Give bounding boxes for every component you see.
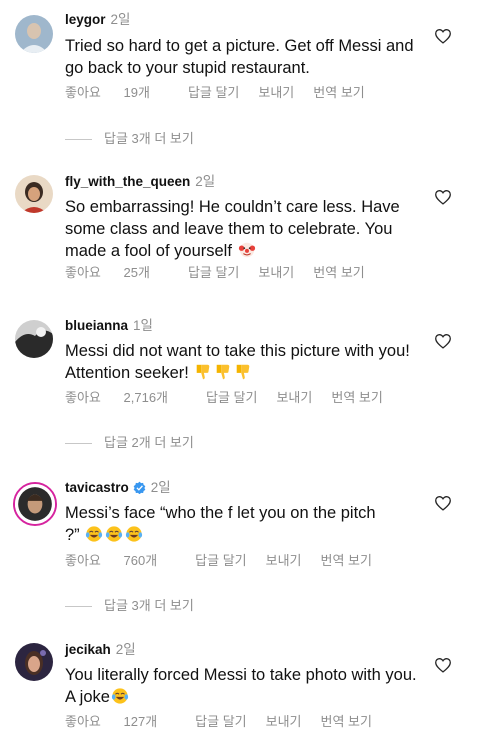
like-count[interactable]: 좋아요 25개 bbox=[65, 265, 169, 280]
comment-actions: 좋아요 25개 답글 달기 보내기 번역 보기 bbox=[65, 265, 384, 281]
reply-button[interactable]: 답글 달기 bbox=[195, 714, 246, 729]
like-count[interactable]: 좋아요 127개 bbox=[65, 714, 176, 729]
comment-text: Messi’s face “who the f let you on the p… bbox=[65, 504, 376, 544]
comment-header: fly_with_the_queen 2일 bbox=[65, 174, 215, 190]
avatar[interactable] bbox=[15, 15, 53, 53]
replies-divider bbox=[65, 606, 92, 608]
translate-button[interactable]: 번역 보기 bbox=[313, 265, 364, 280]
heart-icon[interactable] bbox=[434, 28, 452, 44]
translate-button[interactable]: 번역 보기 bbox=[331, 390, 382, 405]
username[interactable]: leygor bbox=[65, 12, 106, 27]
comment-actions: 좋아요 760개 답글 달기 보내기 번역 보기 bbox=[65, 553, 391, 569]
comment-text: So embarrassing! He couldn’t care less. … bbox=[65, 198, 400, 260]
timestamp: 2일 bbox=[110, 12, 131, 27]
comment-text: Messi did not want to take this picture … bbox=[65, 342, 410, 382]
username[interactable]: tavicastro bbox=[65, 480, 129, 495]
reply-button[interactable]: 답글 달기 bbox=[188, 85, 239, 100]
reply-button[interactable]: 답글 달기 bbox=[188, 265, 239, 280]
timestamp: 2일 bbox=[195, 174, 216, 189]
comment-header: tavicastro 2일 bbox=[65, 480, 171, 496]
verified-badge-icon bbox=[133, 481, 146, 494]
tears-of-joy-icon bbox=[86, 526, 103, 542]
username[interactable]: fly_with_the_queen bbox=[65, 174, 190, 189]
comment-header: jecikah 2일 bbox=[65, 642, 136, 658]
comment-actions: 좋아요 2,716개 답글 달기 보내기 번역 보기 bbox=[65, 390, 402, 406]
heart-icon[interactable] bbox=[434, 657, 452, 673]
reply-button[interactable]: 답글 달기 bbox=[195, 553, 246, 568]
avatar[interactable] bbox=[15, 175, 53, 213]
username[interactable]: jecikah bbox=[65, 642, 111, 657]
view-replies-button[interactable]: 답글 3개 더 보기 bbox=[65, 598, 194, 614]
send-button[interactable]: 보내기 bbox=[258, 265, 294, 280]
tears-of-joy-icon bbox=[111, 688, 129, 704]
avatar[interactable] bbox=[15, 320, 53, 358]
heart-icon[interactable] bbox=[434, 189, 452, 205]
replies-divider bbox=[65, 139, 92, 141]
tears-of-joy-icon bbox=[106, 526, 123, 542]
timestamp: 2일 bbox=[150, 480, 171, 495]
heart-icon[interactable] bbox=[434, 495, 452, 511]
comment-actions: 좋아요 127개 답글 달기 보내기 번역 보기 bbox=[65, 714, 391, 730]
like-count[interactable]: 좋아요 19개 bbox=[65, 85, 169, 100]
timestamp: 1일 bbox=[133, 318, 153, 333]
like-count[interactable]: 좋아요 760개 bbox=[65, 553, 176, 568]
replies-divider bbox=[65, 443, 92, 445]
thumbs-down-icon bbox=[217, 364, 230, 380]
comment-text: Tried so hard to get a picture. Get off … bbox=[65, 37, 414, 77]
translate-button[interactable]: 번역 보기 bbox=[321, 553, 372, 568]
comment-actions: 좋아요 19개 답글 달기 보내기 번역 보기 bbox=[65, 85, 384, 101]
send-button[interactable]: 보내기 bbox=[266, 714, 302, 729]
view-replies-button[interactable]: 답글 2개 더 보기 bbox=[65, 435, 194, 451]
thumbs-down-icon bbox=[197, 364, 210, 380]
username[interactable]: bluеianna bbox=[65, 318, 128, 333]
comment-header: bluеianna 1일 bbox=[65, 318, 153, 334]
timestamp: 2일 bbox=[115, 642, 136, 657]
view-replies-button[interactable]: 답글 3개 더 보기 bbox=[65, 131, 194, 147]
send-button[interactable]: 보내기 bbox=[266, 553, 302, 568]
comment-header: leygor 2일 bbox=[65, 12, 130, 28]
translate-button[interactable]: 번역 보기 bbox=[321, 714, 372, 729]
heart-icon[interactable] bbox=[434, 333, 452, 349]
send-button[interactable]: 보내기 bbox=[258, 85, 294, 100]
send-button[interactable]: 보내기 bbox=[276, 390, 312, 405]
thumbs-down-icon bbox=[237, 364, 250, 380]
like-count[interactable]: 좋아요 2,716개 bbox=[65, 390, 187, 405]
comment-text: You literally forced Messi to take photo… bbox=[65, 666, 417, 706]
avatar[interactable] bbox=[15, 643, 53, 681]
avatar[interactable] bbox=[13, 482, 57, 526]
tears-of-joy-icon bbox=[126, 526, 143, 542]
clown-face-icon bbox=[238, 242, 255, 258]
reply-button[interactable]: 답글 달기 bbox=[206, 390, 257, 405]
translate-button[interactable]: 번역 보기 bbox=[313, 85, 364, 100]
